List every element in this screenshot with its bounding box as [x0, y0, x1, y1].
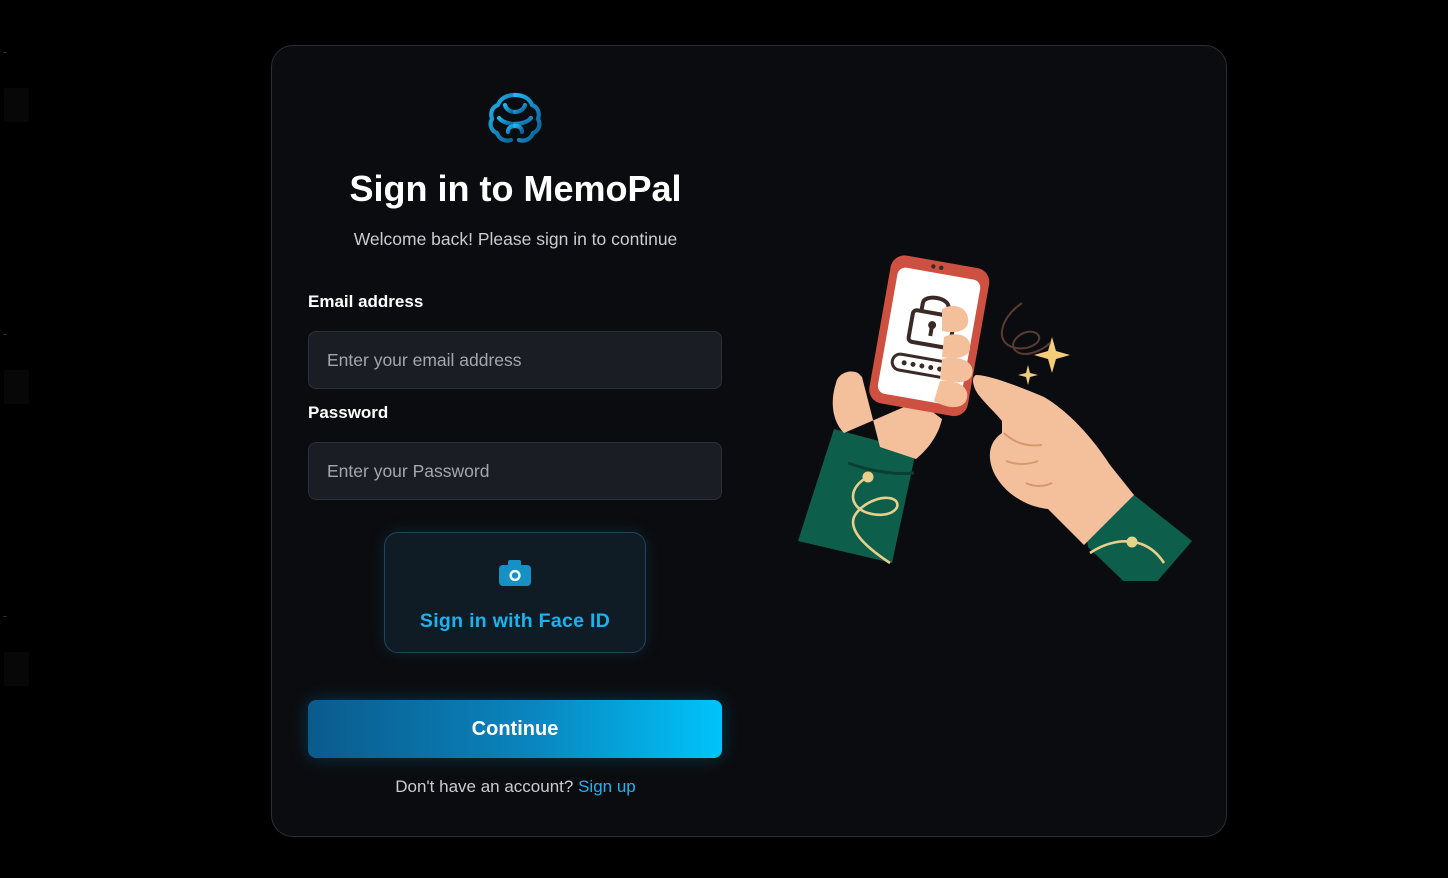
edge-block [4, 652, 29, 686]
edge-marker [3, 52, 7, 53]
face-id-button[interactable]: Sign in with Face ID [384, 532, 646, 653]
signup-prompt: Don't have an account? [395, 777, 574, 796]
edge-block [4, 88, 29, 122]
edge-marker [3, 616, 7, 617]
continue-button[interactable]: Continue [308, 700, 722, 758]
phone-lock-illustration [798, 255, 1192, 581]
edge-block [4, 370, 29, 404]
signup-row: Don't have an account? Sign up [272, 777, 759, 797]
edge-marker [3, 334, 7, 335]
signup-link[interactable]: Sign up [578, 777, 636, 796]
brain-logo-icon [488, 92, 542, 145]
email-label: Email address [308, 292, 424, 311]
page-title: Sign in to MemoPal [349, 168, 682, 209]
password-label: Password [308, 403, 389, 422]
camera-icon [499, 560, 531, 586]
email-field[interactable] [308, 331, 722, 389]
sign-in-card: Sign in to MemoPal Welcome back! Please … [271, 45, 1227, 837]
face-id-label: Sign in with Face ID [419, 610, 611, 632]
password-field[interactable] [308, 442, 722, 500]
page-subtitle: Welcome back! Please sign in to continue [353, 229, 678, 249]
